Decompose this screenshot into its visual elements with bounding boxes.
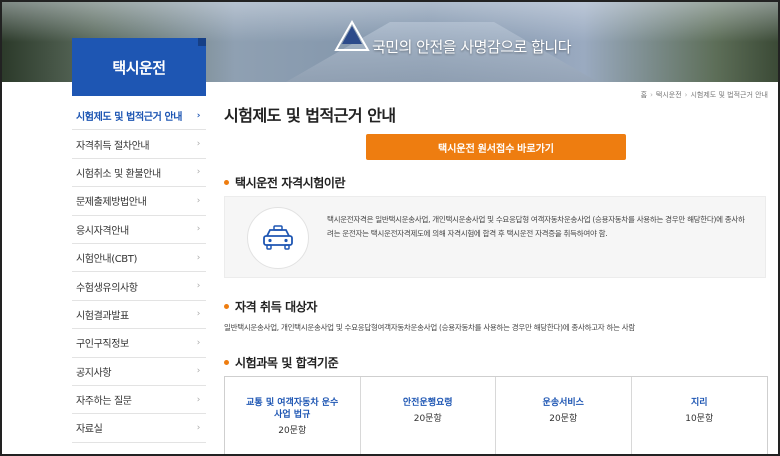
sidebar-item-notices[interactable]: 공지사항 › xyxy=(72,358,206,386)
sidebar-item-qualification-procedure[interactable]: 자격취득 절차안내 › xyxy=(72,130,206,159)
section-title-text: 시험과목 및 합격기준 xyxy=(235,356,339,370)
sidebar-item-label: 문제출제방법안내 xyxy=(76,197,147,209)
sidebar-item-label: 수험생유의사항 xyxy=(76,282,138,294)
breadcrumb-home[interactable]: 홈 xyxy=(641,90,647,100)
sidebar-item-results[interactable]: 시험결과발표 › xyxy=(72,301,206,330)
subject-name: 운송서비스 xyxy=(542,398,584,408)
chevron-right-icon: › xyxy=(196,252,201,263)
subject-count: 10문항 xyxy=(685,414,714,424)
chevron-right-icon: › xyxy=(196,110,201,121)
sidebar-item-label: 구인구직정보 xyxy=(76,339,129,351)
section-title-text: 택시운전 자격시험이란 xyxy=(235,176,346,190)
chevron-right-icon: › xyxy=(196,366,201,377)
chevron-right-icon: › xyxy=(196,167,201,178)
sidebar-item-cbt-guide[interactable]: 시험안내(CBT) › xyxy=(72,244,206,273)
section-title-subjects: 시험과목 및 합격기준 xyxy=(224,354,339,371)
triangle-logo-icon xyxy=(334,20,370,51)
chevron-right-icon: › xyxy=(196,195,201,206)
section-title-eligible: 자격 취득 대상자 xyxy=(224,298,317,315)
chevron-right-icon: › xyxy=(196,309,201,320)
taxi-icon xyxy=(263,225,293,250)
bullet-dot-icon xyxy=(224,360,229,365)
breadcrumb-separator: › xyxy=(650,91,653,99)
subject-name: 안전운행요령 xyxy=(402,398,453,408)
subject-count: 20문항 xyxy=(413,414,442,424)
subject-name: 지리 xyxy=(690,398,708,408)
breadcrumb-separator: › xyxy=(684,91,688,99)
subject-count: 20문항 xyxy=(278,426,307,436)
chevron-right-icon: › xyxy=(196,394,201,405)
sidebar-item-cancel-refund[interactable]: 시험취소 및 환불안내 › xyxy=(72,159,206,188)
subject-count: 20문항 xyxy=(549,414,578,424)
sidebar-item-question-method[interactable]: 문제출제방법안내 › xyxy=(72,187,206,216)
sidebar-item-faq[interactable]: 자주하는 질문 › xyxy=(72,386,206,415)
apply-online-button[interactable]: 택시운전 원서접수 바로가기 xyxy=(366,134,626,160)
breadcrumb: 홈 › 택시운전 › 시험제도 및 법적근거 안내 xyxy=(641,90,768,100)
bullet-dot-icon xyxy=(224,180,229,185)
bullet-dot-icon xyxy=(224,304,229,309)
sidebar-item-label: 응시자격안내 xyxy=(76,225,129,237)
sidebar-item-archive[interactable]: 자료실 › xyxy=(72,414,206,443)
sidebar-item-label: 시험안내(CBT) xyxy=(76,254,137,266)
sidebar-item-eligibility[interactable]: 응시자격안내 › xyxy=(72,216,206,244)
subject-cell: 운송서비스 20문항 xyxy=(496,377,632,454)
banner-slogan: 국민의 안전을 사명감으로 합니다 xyxy=(372,38,572,56)
exam-intro-text: 택시운전자격은 일반택시운송사업, 개인택시운송사업 및 수요응답형 여객자동차… xyxy=(327,215,745,238)
subject-cell: 안전운행요령 20문항 xyxy=(361,377,496,454)
sidebar-item-notes[interactable]: 수험생유의사항 › xyxy=(72,272,206,301)
sidebar-item-label: 공지사항 xyxy=(76,367,112,379)
chevron-right-icon: › xyxy=(196,281,201,292)
sidebar-item-jobs[interactable]: 구인구직정보 › xyxy=(72,329,206,358)
subjects-table: 교통 및 여객자동차 운수사업 법규 20문항 안전운행요령 20문항 운송서비… xyxy=(224,376,768,454)
main-content: 홈 › 택시운전 › 시험제도 및 법적근거 안내 시험제도 및 법적근거 안내… xyxy=(224,82,772,454)
eligible-text: 일반택시운송사업, 개인택시운송사업 및 수요응답형여객자동차운송사업 (승용자… xyxy=(224,323,635,332)
page-title: 시험제도 및 법적근거 안내 xyxy=(224,106,396,125)
chevron-right-icon: › xyxy=(196,337,201,348)
sidebar-item-label: 시험제도 및 법적근거 안내 xyxy=(76,112,183,124)
sidebar-item-exam-system[interactable]: 시험제도 및 법적근거 안내 › xyxy=(72,102,206,131)
sidebar-item-label: 자료실 xyxy=(76,424,103,436)
subject-name: 교통 및 여객자동차 운수사업 법규 xyxy=(246,398,339,420)
sidebar-item-label: 시험취소 및 환불안내 xyxy=(76,168,161,180)
sidebar-item-label: 자격취득 절차안내 xyxy=(76,140,150,152)
exam-intro-box: 택시운전자격은 일반택시운송사업, 개인택시운송사업 및 수요응답형 여객자동차… xyxy=(224,196,766,278)
breadcrumb-current: 시험제도 및 법적근거 안내 xyxy=(690,91,768,99)
taxi-icon-circle xyxy=(247,207,309,269)
chevron-right-icon: › xyxy=(196,224,201,235)
breadcrumb-level1[interactable]: 택시운전 xyxy=(656,90,682,100)
subject-cell: 지리 10문항 xyxy=(632,377,768,454)
section-title-exam-intro: 택시운전 자격시험이란 xyxy=(224,174,346,191)
sidebar-item-label: 자주하는 질문 xyxy=(76,396,132,408)
section-title-text: 자격 취득 대상자 xyxy=(235,300,318,314)
sidebar-item-label: 시험결과발표 xyxy=(76,310,129,322)
sidebar-menu: 시험제도 및 법적근거 안내 › 자격취득 절차안내 › 시험취소 및 환불안내 › … xyxy=(72,102,206,443)
subject-cell: 교통 및 여객자동차 운수사업 법규 20문항 xyxy=(225,377,361,454)
page-frame: 국민의 안전을 사명감으로 합니다 택시운전 시험제도 및 법적근거 안내 › 자… xyxy=(0,0,780,456)
chevron-right-icon: › xyxy=(196,422,201,433)
chevron-right-icon: › xyxy=(196,139,201,150)
sidebar-heading: 택시운전 xyxy=(72,38,206,96)
